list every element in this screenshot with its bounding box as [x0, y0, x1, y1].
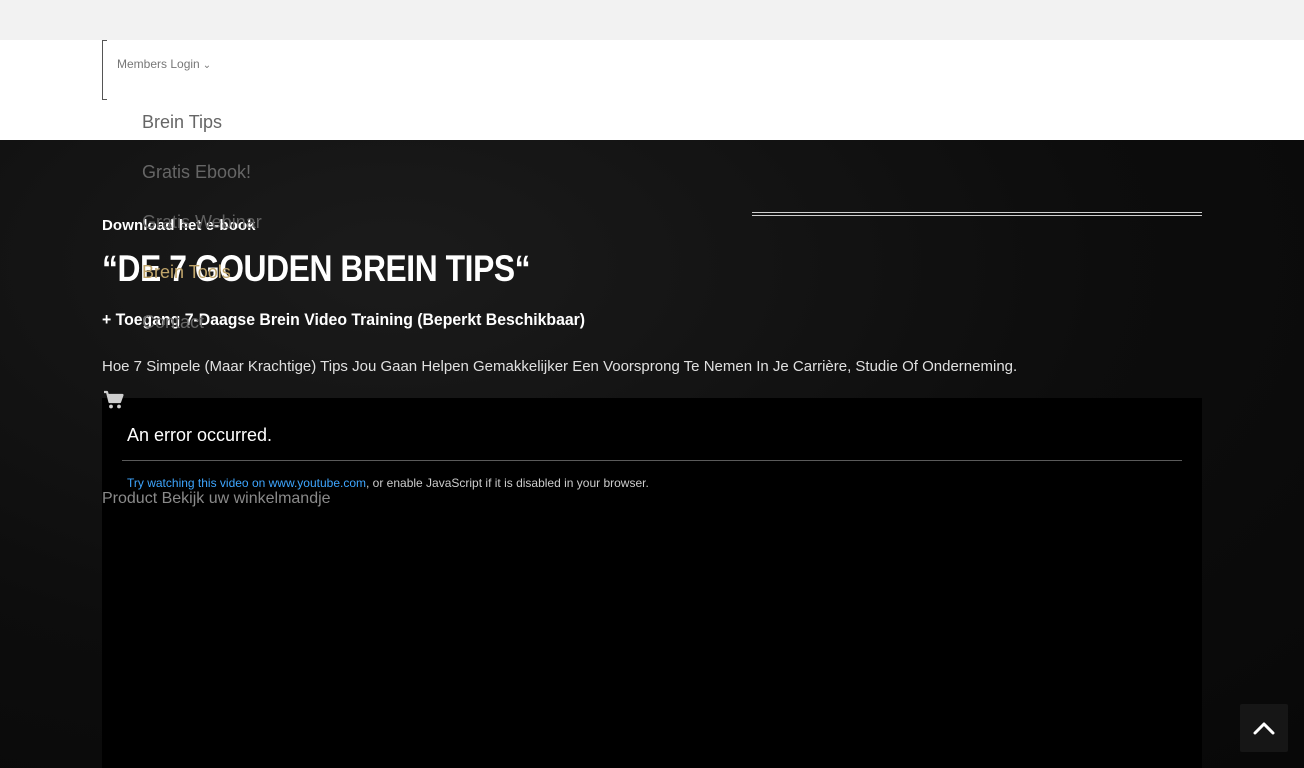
- video-error-title: An error occurred.: [127, 425, 273, 445]
- video-error-message: Try watching this video on www.youtube.c…: [127, 476, 649, 490]
- members-login-box: [102, 40, 107, 100]
- nav-item-brein-tools[interactable]: Brein Tools: [142, 262, 231, 283]
- nav-item-contact[interactable]: Contact: [142, 312, 204, 333]
- cart-link[interactable]: Product Bekijk uw winkelmandje: [102, 490, 331, 508]
- nav-item-brein-tips[interactable]: Brein Tips: [142, 112, 222, 133]
- video-embed[interactable]: An error occurred. Try watching this vid…: [102, 398, 1202, 768]
- video-error-suffix: , or enable JavaScript if it is disabled…: [366, 476, 649, 490]
- video-error-divider: [122, 460, 1182, 461]
- chevron-up-icon: [1253, 722, 1275, 735]
- top-bar: [0, 0, 1304, 40]
- cart-icon[interactable]: [103, 390, 125, 410]
- nav-item-gratis-ebook[interactable]: Gratis Ebook!: [142, 162, 251, 183]
- chevron-down-icon: ⌄: [202, 60, 212, 71]
- page-description: Hoe 7 Simpele (Maar Krachtige) Tips Jou …: [102, 358, 1018, 375]
- members-login-link[interactable]: Members Login ⌄: [117, 57, 211, 71]
- nav-item-gratis-webinar[interactable]: Gratis Webinar: [142, 212, 262, 233]
- members-login-label: Members Login: [117, 57, 200, 71]
- scroll-to-top-button[interactable]: [1240, 704, 1288, 752]
- youtube-link[interactable]: Try watching this video on www.youtube.c…: [127, 476, 366, 490]
- optin-form-divider: [752, 212, 1202, 216]
